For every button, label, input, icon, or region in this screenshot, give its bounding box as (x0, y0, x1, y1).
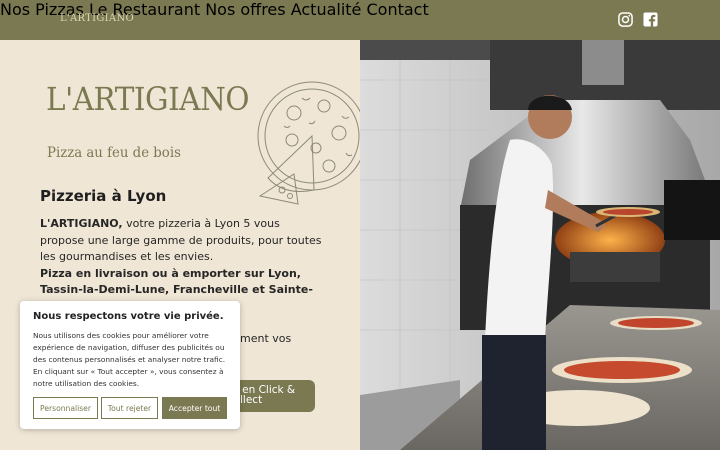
page-title: Pizzeria à Lyon (40, 187, 167, 205)
cookie-reject-button[interactable]: Tout rejeter (101, 397, 158, 419)
cookie-title: Nous respectons votre vie privée. (33, 311, 224, 322)
brand-tagline: Pizza au feu de bois (47, 145, 181, 161)
cta-label-line2: llect (240, 394, 263, 406)
header-logo[interactable]: L'ARTIGIANO (60, 13, 134, 24)
intro-brand: L'ARTIGIANO, (40, 217, 123, 230)
brand-logo: L'ARTIGIANO (46, 80, 250, 118)
intro-tail-text: ment vos (240, 332, 292, 345)
cookie-accept-button[interactable]: Accepter tout (162, 397, 227, 419)
kitchen-photo (360, 40, 720, 450)
pizza-sketch-illustration (257, 81, 360, 205)
site-header: L'ARTIGIANO Nos Pizzas Le Restaurant Nos… (0, 0, 720, 40)
nav-actualite[interactable]: Actualité (291, 0, 362, 19)
cookie-customize-button[interactable]: Personnaliser (33, 397, 98, 419)
facebook-icon[interactable] (643, 12, 658, 27)
instagram-icon[interactable] (618, 12, 633, 27)
cookie-description: Nous utilisons des cookies pour améliore… (33, 331, 226, 388)
nav-contact[interactable]: Contact (366, 0, 428, 19)
cookie-consent-banner: Nous respectons votre vie privée. Nous u… (20, 301, 240, 429)
nav-nos-offres[interactable]: Nos offres (205, 0, 285, 19)
